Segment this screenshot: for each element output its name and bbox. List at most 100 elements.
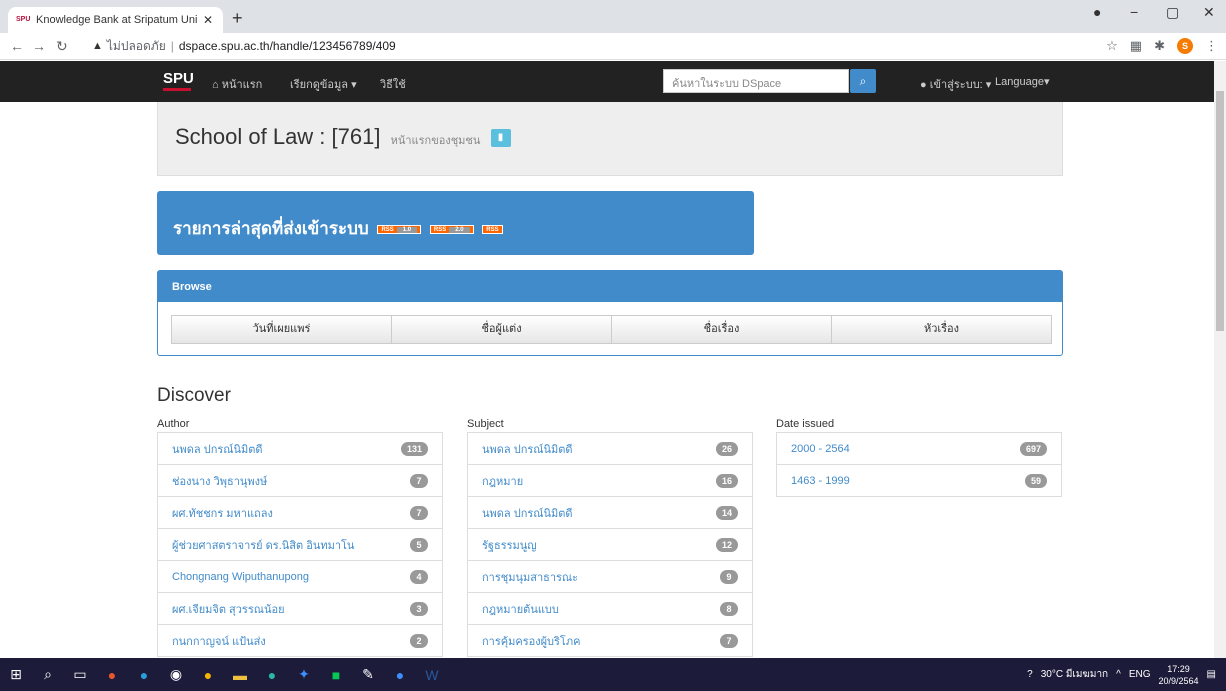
maximize-icon[interactable]: ▢ xyxy=(1166,4,1179,21)
list-item[interactable]: กฎหมายต้นแบบ 8 xyxy=(467,592,753,625)
count-badge: 16 xyxy=(715,473,738,488)
new-tab-icon[interactable]: + xyxy=(232,8,243,29)
caret-down-icon: ▾ xyxy=(985,79,992,91)
rss2-feed-link[interactable]: RSS 2.0 xyxy=(429,225,474,235)
list-item[interactable]: ผู้ช่วยศาสตราจารย์ ดร.นิสิต อินทมาโน 5 xyxy=(157,528,443,561)
list-item[interactable]: รัฐธรรมนูญ 12 xyxy=(467,528,753,561)
minimize-icon[interactable]: − xyxy=(1130,4,1138,20)
login-menu[interactable]: ● เข้าสู่ระบบ: ▾ xyxy=(920,75,991,93)
scrollbar-thumb[interactable] xyxy=(1216,91,1224,331)
bookmark-star-icon[interactable]: ☆ xyxy=(1106,38,1118,54)
nav-home-label: หน้าแรก xyxy=(221,79,263,91)
list-item[interactable]: ผศ.ทัชชกร มหาแถลง 7 xyxy=(157,496,443,529)
list-item[interactable]: นพดล ปกรณ์นิมิตดี 131 xyxy=(157,432,443,465)
count-badge: 14 xyxy=(715,505,738,520)
reload-icon[interactable]: ↻ xyxy=(56,38,68,55)
list-item[interactable]: นพดล ปกรณ์นิมิตดี 26 xyxy=(467,432,753,465)
spu-logo[interactable]: SPU xyxy=(163,70,194,91)
nav-help[interactable]: วิธีใช้ xyxy=(380,75,406,93)
app-icon[interactable]: ◉ xyxy=(160,658,192,691)
url-separator: | xyxy=(170,39,174,53)
date-facet: Date issued 2000 - 2564 697 1463 - 1999 59 xyxy=(776,418,1062,497)
dropbox-icon[interactable]: ✦ xyxy=(288,658,320,691)
browse-panel: Browse วันที่เผยแพร่ ชื่อผู้แต่ง ชื่อเรื… xyxy=(157,270,1063,356)
app-icon[interactable]: ● xyxy=(96,658,128,691)
browser-tab[interactable]: SPU Knowledge Bank at Sripatum Uni ✕ xyxy=(8,7,223,33)
file-explorer-icon[interactable]: ▬ xyxy=(224,658,256,691)
tab-close-icon[interactable]: ✕ xyxy=(201,13,215,27)
feed-label: RSS xyxy=(433,227,447,234)
windows-start-icon[interactable]: ⊞ xyxy=(0,658,32,691)
facet-name: กฎหมาย xyxy=(482,475,524,488)
help-icon[interactable]: ? xyxy=(1027,669,1033,680)
record-icon[interactable]: ● xyxy=(1093,4,1101,20)
search-input[interactable]: ค้นหาในระบบ DSpace xyxy=(663,69,849,93)
app-icon[interactable]: ✎ xyxy=(352,658,384,691)
count-badge: 7 xyxy=(410,505,428,520)
count-badge: 131 xyxy=(400,441,428,456)
browse-by-author-button[interactable]: ชื่อผู้แต่ง xyxy=(391,315,612,344)
bar-chart-icon: ▮ xyxy=(497,132,504,144)
url-field[interactable]: ▲ ไม่ปลอดภัย | dspace.spu.ac.th/handle/1… xyxy=(92,36,1092,56)
list-item[interactable]: ช่องนาง วิพุธานุพงษ์ 7 xyxy=(157,464,443,497)
facet-name: Chongnang Wiputhanupong xyxy=(172,570,310,583)
count-badge: 7 xyxy=(720,633,738,648)
page-scrollbar[interactable] xyxy=(1214,61,1226,658)
browse-by-subject-button[interactable]: หัวเรื่อง xyxy=(831,315,1052,344)
language-menu[interactable]: Language▾ xyxy=(995,75,1049,88)
input-language[interactable]: ENG xyxy=(1129,669,1151,680)
login-label: เข้าสู่ระบบ: xyxy=(929,79,983,91)
chrome-icon[interactable]: ● xyxy=(192,658,224,691)
search-button[interactable]: ⌕ xyxy=(850,69,876,93)
browse-by-title-button[interactable]: ชื่อเรื่อง xyxy=(611,315,832,344)
home-icon: ⌂ xyxy=(212,79,219,91)
feed-version: 2.0 xyxy=(449,227,470,234)
count-badge: 59 xyxy=(1024,473,1047,488)
notification-icon[interactable]: ▤ xyxy=(1207,669,1216,680)
facet-name: การชุมนุมสาธารณะ xyxy=(482,571,579,584)
list-item[interactable]: นพดล ปกรณ์นิมิตดี 14 xyxy=(467,496,753,529)
list-item[interactable]: กนกกาญจน์ แป้นส่ง 2 xyxy=(157,624,443,657)
teamviewer-icon[interactable]: ● xyxy=(384,658,416,691)
app-icon[interactable]: ● xyxy=(128,658,160,691)
warning-icon[interactable]: ▲ xyxy=(92,40,103,52)
clock[interactable]: 17:29 20/9/2564 xyxy=(1159,663,1199,687)
profile-avatar[interactable]: S xyxy=(1177,38,1193,54)
count-badge: 12 xyxy=(715,537,738,552)
nav-home[interactable]: ⌂ หน้าแรก xyxy=(212,75,262,93)
list-item[interactable]: 2000 - 2564 697 xyxy=(776,432,1062,465)
page-subtitle: หน้าแรกของชุมชน xyxy=(390,135,481,147)
caret-down-icon: ▾ xyxy=(1043,76,1050,88)
list-item[interactable]: 1463 - 1999 59 xyxy=(776,464,1062,497)
task-view-icon[interactable]: ▭ xyxy=(64,658,96,691)
line-icon[interactable]: ■ xyxy=(320,658,352,691)
extension-icon[interactable]: ▦ xyxy=(1130,38,1142,54)
insecure-label: ไม่ปลอดภัย xyxy=(106,38,166,53)
search-icon[interactable]: ⌕ xyxy=(32,658,64,691)
window-close-icon[interactable]: ✕ xyxy=(1203,4,1215,21)
browse-by-date-button[interactable]: วันที่เผยแพร่ xyxy=(171,315,392,344)
list-item[interactable]: ผศ.เจียมจิต สุวรรณน้อย 3 xyxy=(157,592,443,625)
list-item[interactable]: การคุ้มครองผู้บริโภค 7 xyxy=(467,624,753,657)
rss1-feed-link[interactable]: RSS 1.0 xyxy=(377,225,422,235)
list-item[interactable]: Chongnang Wiputhanupong 4 xyxy=(157,560,443,593)
puzzle-icon[interactable]: ✱ xyxy=(1154,38,1165,54)
recent-title-text: รายการล่าสุดที่ส่งเข้าระบบ xyxy=(173,219,369,238)
language-label: Language xyxy=(995,76,1044,88)
forward-icon[interactable]: → xyxy=(32,38,46,54)
feed-label: RSS xyxy=(381,227,394,234)
statistics-button[interactable]: ▮ xyxy=(490,129,511,148)
nav-browse[interactable]: เรียกดูข้อมูล ▾ xyxy=(290,75,357,93)
rss-feed-link[interactable]: RSS xyxy=(482,225,503,235)
weather[interactable]: 30°C มีเมฆมาก xyxy=(1041,667,1108,682)
list-item[interactable]: การชุมนุมสาธารณะ 9 xyxy=(467,560,753,593)
menu-icon[interactable]: ⋮ xyxy=(1205,38,1218,54)
tray-chevron-icon[interactable]: ^ xyxy=(1116,669,1121,680)
discover-heading: Discover xyxy=(157,385,231,406)
url-text: dspace.spu.ac.th/handle/123456789/409 xyxy=(178,39,396,53)
word-icon[interactable]: W xyxy=(416,658,448,691)
edge-icon[interactable]: ● xyxy=(256,658,288,691)
list-item[interactable]: กฎหมาย 16 xyxy=(467,464,753,497)
page-title-text: School of Law : [761] xyxy=(175,124,381,149)
back-icon[interactable]: ← xyxy=(10,38,24,54)
